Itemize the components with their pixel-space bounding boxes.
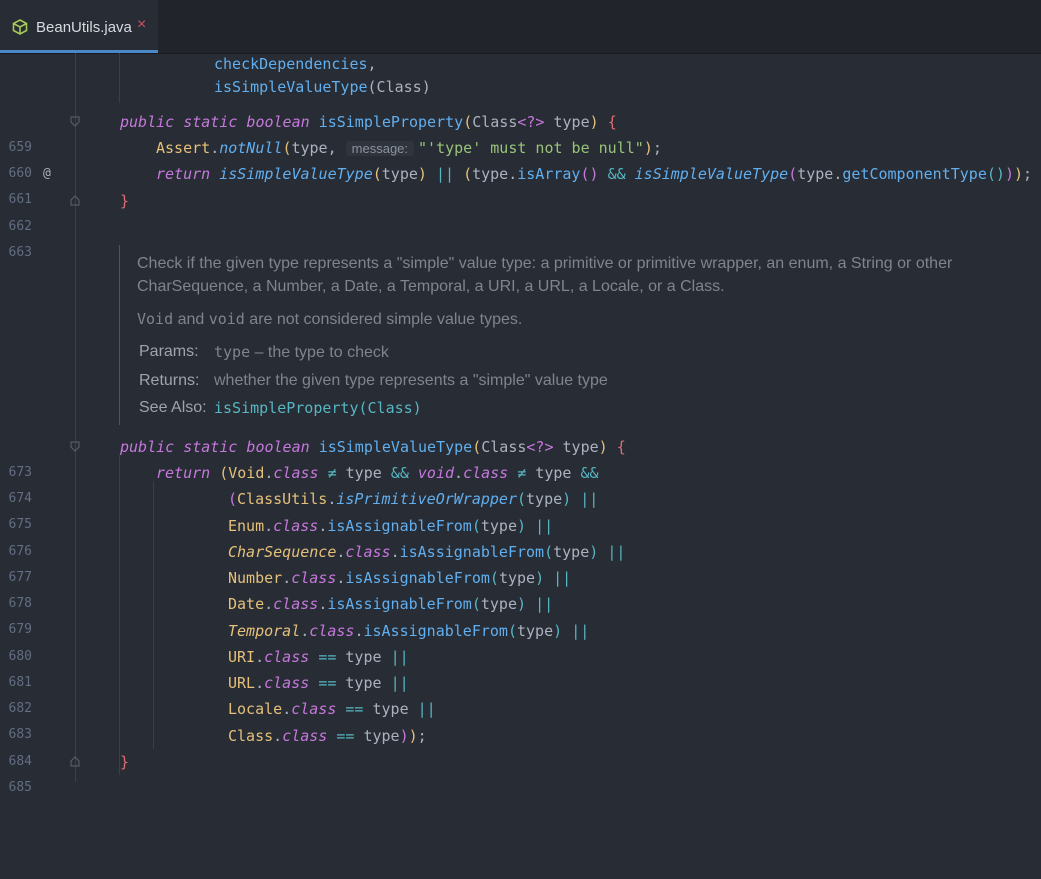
line-number: 685 <box>8 780 32 795</box>
doc-see-also-link[interactable]: isSimpleProperty(Class) <box>214 399 422 417</box>
code-editor[interactable]: checkDependencies, isSimpleValueType(Cla… <box>0 53 1041 795</box>
code-line-681: 681 URI.class == type || <box>0 644 1041 690</box>
code-line-682: 682 URL.class == type || <box>0 670 1041 716</box>
doc-description: Check if the given type represents a "si… <box>137 255 953 295</box>
fold-icon[interactable] <box>70 441 80 452</box>
code-line-680: 680 Temporal.class.isAssignableFrom(type… <box>0 618 1041 664</box>
tab-beanutils-java[interactable]: BeanUtils.java × <box>0 0 158 53</box>
code-line-660: 660 Assert.notNull(type, message: "'type'… <box>0 135 1041 181</box>
code-line-676: 676 Enum.class.isAssignableFrom(type) || <box>0 513 1041 559</box>
doc-see-also-label: See Also: <box>139 399 207 416</box>
tab-title: BeanUtils.java <box>36 19 132 36</box>
code-line-674: 674 return (Void.class ≠ type && void.cl… <box>0 460 1041 506</box>
code-line-685: 685 } <box>0 749 1041 795</box>
doc-note: Void and void are not considered simple … <box>137 310 523 328</box>
fold-icon[interactable] <box>70 195 80 206</box>
code-line-679: 679 Date.class.isAssignableFrom(type) || <box>0 591 1041 637</box>
code-line-659: 659 @ public static boolean isSimpleProp… <box>0 109 1041 181</box>
code-line-663: 663 <box>0 214 1041 260</box>
code-line-683: 683 Locale.class == type || <box>0 696 1041 742</box>
editor-tab-bar: BeanUtils.java × <box>0 0 1041 54</box>
doc-params-label: Params: <box>139 343 199 360</box>
fold-icon[interactable] <box>70 756 80 767</box>
code-line: isSimpleValueType(Class) <box>214 78 431 96</box>
code-line-673: 673 public static boolean isSimpleValueT… <box>0 434 1041 480</box>
code-line-662: 662 } <box>0 188 1041 234</box>
code-line-661: 661 return isSimpleValueType(type) || (t… <box>0 161 1041 207</box>
close-tab-icon[interactable]: × <box>137 16 146 34</box>
doc-returns-label: Returns: <box>139 372 200 389</box>
line-number: 663 <box>8 245 32 260</box>
code-line-678: 678 Number.class.isAssignableFrom(type) … <box>0 565 1041 611</box>
java-class-icon <box>12 19 28 35</box>
code-line-684: 684 Class.class == type)); <box>0 723 1041 769</box>
code-line-675: 675 (ClassUtils.isPrimitiveOrWrapper(typ… <box>0 486 1041 532</box>
doc-params-value: type – the type to check <box>214 343 389 361</box>
code-line-677: 677 CharSequence.class.isAssignableFrom(… <box>0 539 1041 585</box>
rendered-javadoc: Check if the given type represents a "si… <box>119 245 1020 425</box>
doc-returns-value: whether the given type represents a "sim… <box>214 372 608 389</box>
fold-icon[interactable] <box>70 116 80 127</box>
parameter-hint: message: <box>345 141 415 156</box>
